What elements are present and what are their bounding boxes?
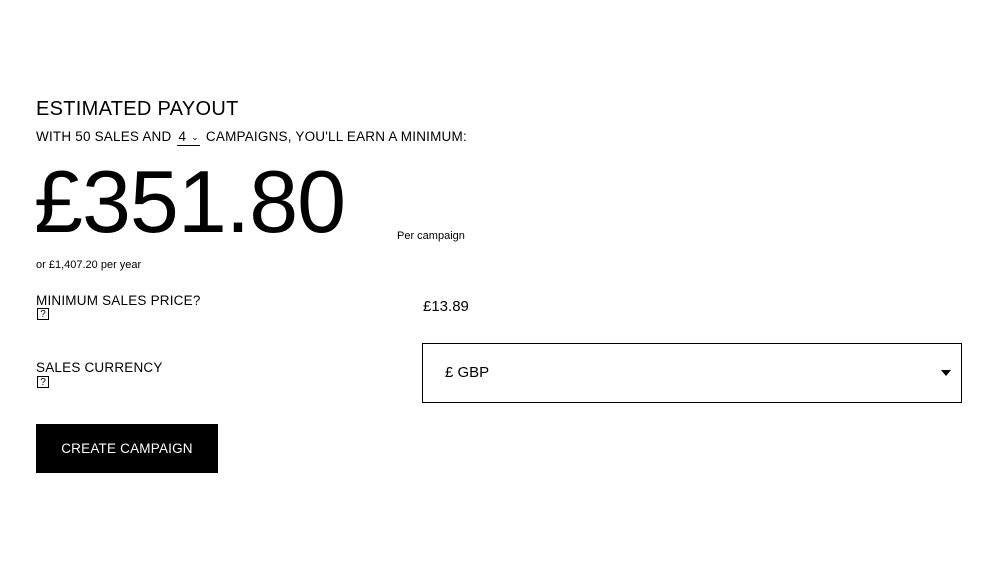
sales-currency-value: £ GBP (445, 364, 490, 381)
per-year-amount: or £1,407.20 per year (36, 259, 142, 271)
campaign-count-select[interactable]: 4 ⌄ (177, 129, 200, 146)
help-icon[interactable]: ? (37, 376, 49, 388)
create-campaign-button[interactable]: CREATE CAMPAIGN (36, 424, 218, 473)
payout-summary-line: WITH 50 SALES AND 4 ⌄ CAMPAIGNS, YOU'LL … (36, 129, 467, 146)
campaign-count-value: 4 (178, 129, 187, 144)
chevron-down-icon: ⌄ (191, 132, 199, 142)
summary-prefix: WITH 50 SALES AND (36, 129, 172, 144)
payout-amount: £351.80 (34, 152, 346, 251)
caret-down-icon (941, 370, 951, 376)
estimated-payout-heading: ESTIMATED PAYOUT (36, 98, 239, 120)
help-icon[interactable]: ? (37, 308, 49, 320)
sales-currency-label: SALES CURRENCY (36, 360, 163, 375)
sales-currency-select[interactable]: £ GBP (422, 343, 962, 403)
per-campaign-label: Per campaign (397, 230, 465, 242)
min-sales-price-label: MINIMUM SALES PRICE? (36, 293, 201, 308)
summary-suffix: CAMPAIGNS, YOU'LL EARN A MINIMUM: (205, 129, 467, 144)
min-sales-price-value: £13.89 (423, 298, 469, 315)
